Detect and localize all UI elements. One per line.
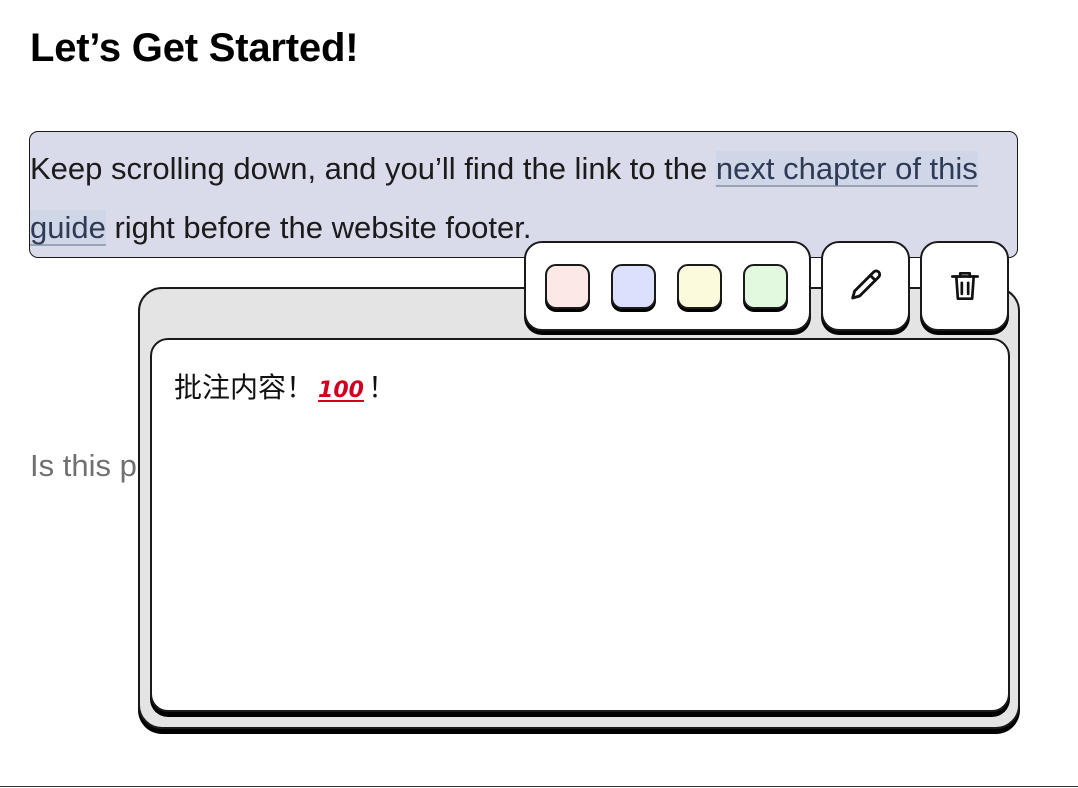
page-heading: Let’s Get Started! (30, 26, 359, 70)
paragraph-text-after: right before the website footer. (105, 210, 532, 245)
color-swatch-yellow[interactable] (677, 264, 722, 309)
highlight-color-picker (524, 241, 811, 331)
hundred-points-emoji: 100 (318, 378, 364, 403)
edit-button[interactable] (821, 241, 910, 331)
highlighted-paragraph: Keep scrolling down, and you’ll find the… (30, 139, 1010, 257)
color-swatch-pink[interactable] (545, 264, 590, 309)
color-swatch-blue[interactable] (611, 264, 656, 309)
color-swatch-green[interactable] (743, 264, 788, 309)
pencil-icon (850, 269, 881, 300)
page: Let’s Get Started! Keep scrolling down, … (0, 0, 1078, 788)
delete-button[interactable] (920, 241, 1009, 331)
annotation-editor[interactable]: 批注内容！ 100！ (150, 338, 1010, 712)
footer-divider (0, 786, 1078, 787)
paragraph-text-before: Keep scrolling down, and you’ll find the… (30, 151, 716, 186)
annotation-text-after: ！ (367, 371, 396, 404)
annotation-text-before: 批注内容！ (174, 371, 315, 404)
trash-icon (950, 271, 979, 301)
partial-question-text: Is this p (30, 448, 137, 483)
